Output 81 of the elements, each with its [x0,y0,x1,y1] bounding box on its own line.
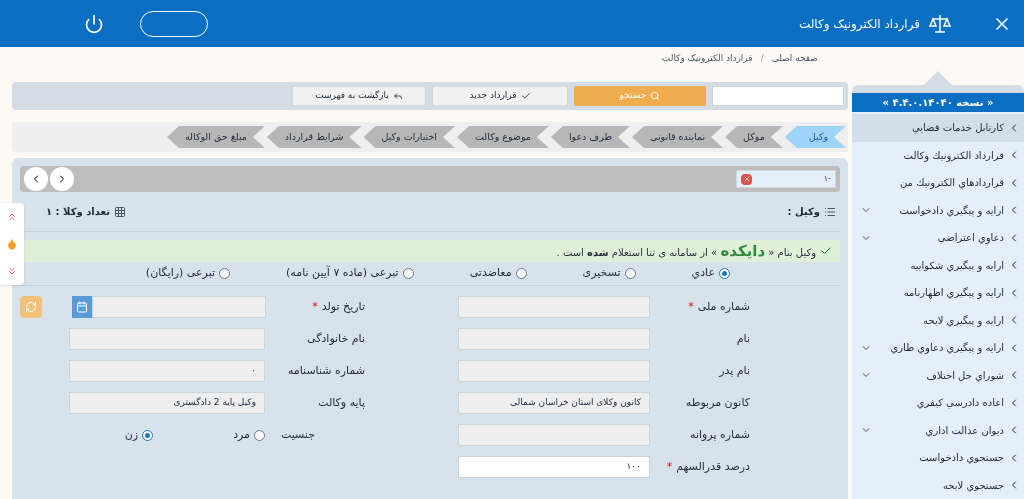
sidebar-item[interactable]: جستجوي لايحه [852,471,1024,499]
remove-icon[interactable] [741,173,752,185]
step-tab[interactable]: مبلغ حق الوکاله [167,126,265,148]
back-to-list-button[interactable]: بازگشت به فهرست [292,86,426,106]
field-label: شماره پروانه [690,426,750,443]
step-tab[interactable]: طرف دعوا [550,126,631,148]
step-tab[interactable]: موکل [725,126,783,148]
lawyer-chip[interactable]: -۱ [736,170,836,188]
field-label: درصد قدرالسهم [676,458,750,475]
text-field[interactable] [458,328,650,350]
version-banner: « نسخه ۴.۴.۰.۱۴۰۴۰ » [852,93,1024,112]
field-label: پایه وکالت [318,394,365,411]
alert-message: وکیل بنام « دایکده » از سامانه ی ثنا استعلام شده است . [556,240,816,262]
power-icon[interactable] [84,13,104,34]
sidebar-item[interactable]: ديوان عدالت اداري [852,416,1024,444]
search-icon [650,91,661,101]
field-label: نام [736,330,750,347]
step-tab[interactable]: شرایط قرارداد [266,126,362,148]
calendar-icon [75,301,88,313]
field-label: جنسیت [279,426,315,443]
sidebar-item[interactable]: ارايه و پيگيري لايحه [852,306,1024,334]
refresh-button[interactable] [20,296,42,318]
new-contract-button[interactable]: قرارداد جدید [432,86,568,106]
check-icon [520,91,531,101]
breadcrumb-separator: / [760,51,764,65]
step-tab[interactable]: نماینده قانونی [632,126,724,148]
radio-option[interactable]: تبرعی (رایگان) [145,265,231,282]
sidebar-item[interactable]: ارايه و پيگيري اظهارنامه [852,279,1024,307]
sidebar-item[interactable]: ارايه و پيگيري دعاوي طاري [852,334,1024,362]
date-field[interactable] [91,296,266,318]
calendar-button[interactable] [71,296,92,318]
breadcrumb-link[interactable]: صفحه اصلی [771,51,818,66]
sidebar-item[interactable]: ارايه و پيگيري دادخواست [852,196,1024,224]
app-title: قرارداد الکترونیک وکالت [798,15,920,33]
next-button[interactable] [50,167,74,191]
radio-option[interactable]: معاضدتی [469,265,527,282]
text-field[interactable]: کانون وکلای استان خراسان شمالی [458,392,650,414]
radio-option[interactable]: عادي [691,265,730,282]
text-field[interactable] [69,328,265,350]
radio-option[interactable]: زن [124,426,154,444]
required-mark: * [312,298,318,315]
field-label: نام خانوادگی [307,330,365,347]
radio-option[interactable]: مرد [233,426,265,444]
sidebar-item[interactable]: کارتابل خدمات قضايي [852,114,1024,142]
text-field[interactable] [458,424,650,446]
radio-option[interactable]: تبرعی (ماده ۷ آیین نامه) [286,265,414,282]
sidebar-item[interactable]: ارايه و پيگيري شکواييه [852,251,1024,279]
step-tab[interactable]: اختیارات وکیل [363,126,455,148]
refresh-icon [24,301,37,313]
forward-icon [392,91,403,101]
sidebar-item[interactable]: دعاوي اعتراضي [852,224,1024,252]
list-icon [824,205,836,218]
field-label: نام پدر [719,362,750,379]
check-icon [820,245,832,257]
required-mark: * [688,298,694,315]
lawyer-count: تعداد وکلا : ۱ [46,205,110,219]
text-field[interactable]: ۱۰۰ [458,456,650,478]
text-field[interactable]: وکیل پایه 2 دادگستری [69,392,265,414]
sidebar-item[interactable]: قراردادهاي الکترونيك من [852,169,1024,197]
radio-option[interactable]: تسخیری [582,265,636,282]
sidebar-item[interactable]: اعاده دادرسي کيفري [852,389,1024,417]
text-field[interactable] [458,360,650,382]
sidebar-item[interactable]: جستجوي دادخواست [852,444,1024,472]
previous-button[interactable] [24,167,48,191]
drop-icon[interactable] [6,238,18,250]
search-field[interactable] [712,86,844,106]
field-label: شماره شناسنامه [287,362,365,379]
step-tab[interactable]: موضوع وکالت [457,126,549,148]
section-title: وکیل : [787,205,820,219]
close-icon [742,175,751,183]
breadcrumb-current: قرارداد الکترونیک وکالت [661,51,753,65]
grid-icon [113,205,126,218]
sidebar-item[interactable]: قرارداد الکترونيك وكالت [852,141,1024,169]
text-field[interactable] [458,296,650,318]
field-label: شماره ملی [697,298,750,315]
step-tab[interactable]: وکیل [784,126,846,148]
field-label: تاریخ تولد [321,298,365,315]
text-field[interactable]: ۰ [69,360,265,382]
required-mark: * [666,458,673,475]
sidebar-item[interactable]: شوراي حل اختلاف [852,361,1024,389]
field-label: کانون مربوطه [685,394,750,411]
